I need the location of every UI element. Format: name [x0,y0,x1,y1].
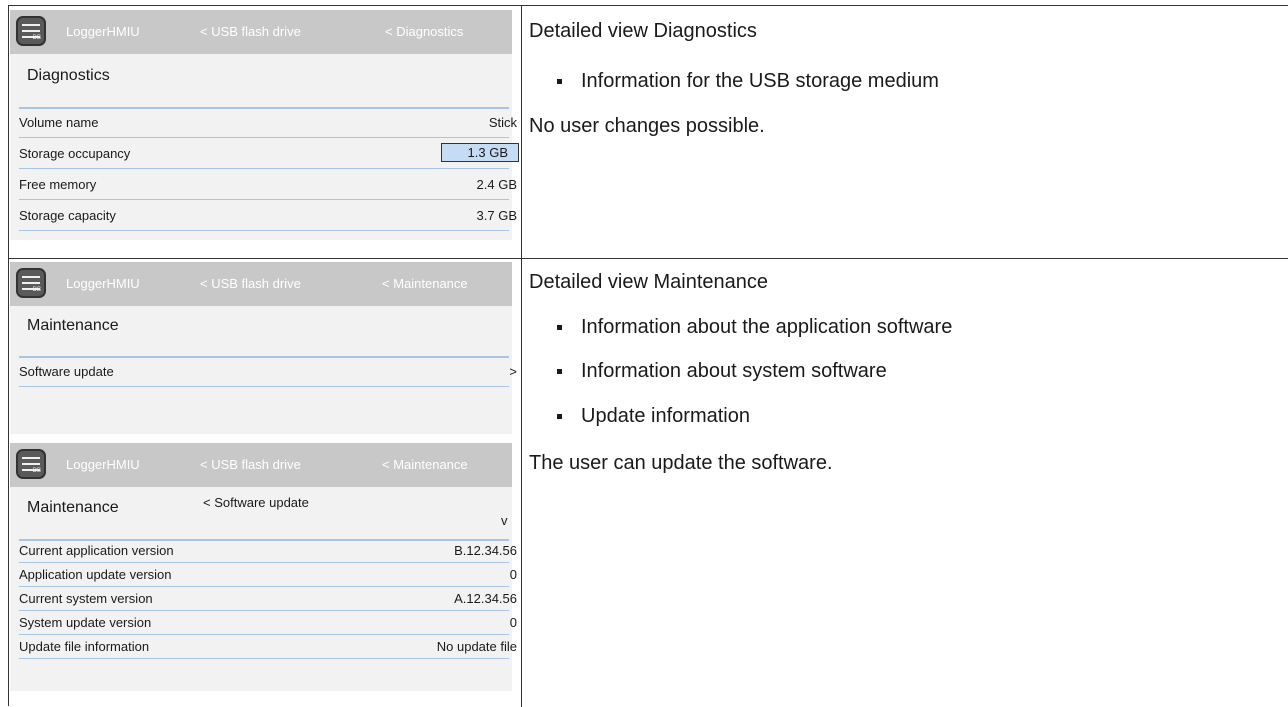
row-value: No update file [436,639,517,654]
table-row-divider [9,258,1288,259]
software-update-row[interactable]: Software update > [19,356,517,387]
app-name: LoggerHMIU [66,276,140,291]
breadcrumb-usb-flash-drive[interactable]: < USB flash drive [200,276,301,291]
logger-db-icon[interactable]: DB [16,449,46,479]
maintenance-screen: DB LoggerHMIU < USB flash drive < Mainte… [10,262,517,434]
app-name: LoggerHMIU [66,457,140,472]
table-row: Current system version A.12.34.56 [19,587,517,611]
row-label: Volume name [19,115,99,130]
row-value: A.12.34.56 [454,591,517,606]
row-label: Current system version [19,591,153,606]
row-value: B.12.34.56 [454,543,517,558]
table-row[interactable]: Volume name Stick [19,107,517,138]
section-heading: Detailed view Maintenance [529,271,769,293]
row-label: Free memory [19,177,97,192]
screen-header: DB LoggerHMIU < USB flash drive < Mainte… [10,262,512,306]
row-label: Storage occupancy [19,146,131,161]
row-label: Application update version [19,567,172,582]
row-value: 0 [509,615,517,630]
breadcrumb-diagnostics[interactable]: < Diagnostics [385,24,463,39]
page-title: Maintenance [27,317,119,334]
table-column-divider [521,6,522,707]
table-row[interactable]: Free memory 2.4 GB [19,169,517,200]
row-label: System update version [19,615,152,630]
breadcrumb-maintenance[interactable]: < Maintenance [382,276,468,291]
breadcrumb-usb-flash-drive[interactable]: < USB flash drive [200,24,301,39]
section-note: The user can update the software. [529,452,833,474]
breadcrumb-maintenance[interactable]: < Maintenance [382,457,468,472]
page-title: Diagnostics [27,67,110,84]
screen-header: DB LoggerHMIU < USB flash drive < Diagno… [10,10,512,54]
breadcrumb-software-update[interactable]: < Software update [203,495,309,510]
row-label: Storage capacity [19,208,116,223]
screen-header: DB LoggerHMIU < USB flash drive < Mainte… [10,443,512,487]
logger-db-icon[interactable]: DB [16,268,46,298]
row-value: Stick [488,115,517,130]
table-row: Current application version B.12.34.56 [19,539,517,563]
chevron-down-icon[interactable]: v [501,513,508,528]
chevron-right-icon: > [509,364,517,379]
breadcrumb-usb-flash-drive[interactable]: < USB flash drive [200,457,301,472]
logger-db-icon[interactable]: DB [16,16,46,46]
storage-occupancy-value: 1.3 GB [440,143,519,162]
table-row[interactable]: Storage capacity 3.7 GB [19,200,517,231]
page-title: Maintenance [27,499,119,516]
row-label: Update file information [19,639,150,654]
row-label: Current application version [19,543,174,558]
row-value: 3.7 GB [476,208,517,223]
row-label: Software update [19,364,114,379]
row-value: 2.4 GB [476,177,517,192]
software-update-screen: DB LoggerHMIU < USB flash drive < Mainte… [10,443,517,691]
app-name: LoggerHMIU [66,24,140,39]
row-value: 0 [509,567,517,582]
table-row: Update file information No update file [19,635,517,659]
table-row: Application update version 0 [19,563,517,587]
table-row[interactable]: Storage occupancy 1.3 GB [19,138,519,169]
diagnostics-screen: DB LoggerHMIU < USB flash drive < Diagno… [10,10,519,240]
section-heading: Detailed view Diagnostics [529,20,757,42]
section-note: No user changes possible. [529,115,765,137]
table-row: System update version 0 [19,611,517,635]
